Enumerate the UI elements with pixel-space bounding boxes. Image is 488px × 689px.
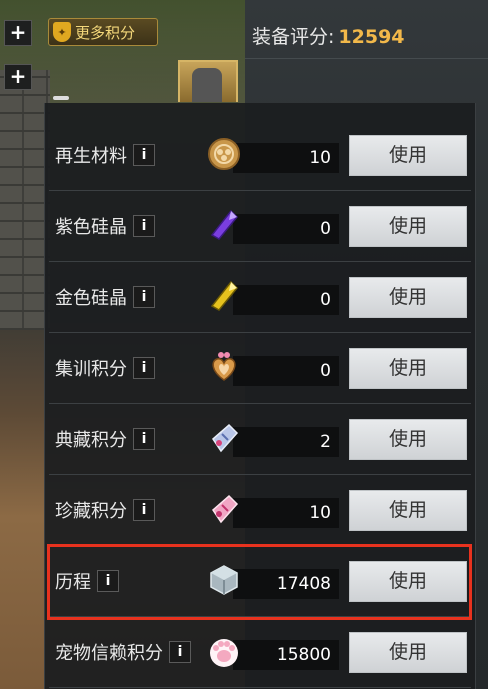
paw-icon bbox=[205, 632, 243, 670]
use-button[interactable]: 使用 bbox=[349, 561, 467, 602]
item-count: 15800 bbox=[233, 640, 339, 670]
item-count: 10 bbox=[233, 498, 339, 528]
plus-icon: + bbox=[9, 20, 27, 44]
item-count: 10 bbox=[233, 143, 339, 173]
vest-icon bbox=[192, 68, 222, 102]
info-icon[interactable]: i bbox=[133, 428, 155, 450]
expand-plus-button-1[interactable]: + bbox=[4, 20, 32, 46]
use-button[interactable]: 使用 bbox=[349, 490, 467, 531]
list-item: 紫色硅晶 i 0 使用 bbox=[45, 192, 475, 262]
more-points-label: 更多积分 bbox=[75, 23, 136, 42]
info-icon[interactable]: i bbox=[133, 499, 155, 521]
item-label: 金色硅晶 i bbox=[55, 284, 155, 310]
plus-icon: + bbox=[9, 64, 27, 88]
list-item: 再生材料 i 10 使用 bbox=[45, 121, 475, 191]
item-label: 典藏积分 i bbox=[55, 426, 155, 452]
row-divider bbox=[49, 545, 471, 546]
item-name: 典藏积分 bbox=[55, 430, 127, 451]
item-label: 历程 i bbox=[55, 568, 119, 594]
item-name: 历程 bbox=[55, 572, 91, 593]
info-icon[interactable]: i bbox=[97, 570, 119, 592]
list-item: 金色硅晶 i 0 使用 bbox=[45, 263, 475, 333]
score-value: 12594 bbox=[338, 26, 405, 48]
item-name: 再生材料 bbox=[55, 146, 127, 167]
item-count: 0 bbox=[233, 356, 339, 386]
item-name: 紫色硅晶 bbox=[55, 217, 127, 238]
item-label: 再生材料 i bbox=[55, 142, 155, 168]
use-button[interactable]: 使用 bbox=[349, 632, 467, 673]
info-icon[interactable]: i bbox=[133, 144, 155, 166]
item-count: 0 bbox=[233, 285, 339, 315]
points-panel: 再生材料 i 10 使用 紫色硅晶 i 0 使用 金色硅晶 i 0 使用 集训积… bbox=[44, 103, 476, 689]
use-button[interactable]: 使用 bbox=[349, 277, 467, 318]
item-label: 珍藏积分 i bbox=[55, 497, 155, 523]
item-label: 紫色硅晶 i bbox=[55, 213, 155, 239]
purple-crystal-icon bbox=[205, 206, 243, 244]
coin-icon bbox=[205, 135, 243, 173]
row-divider bbox=[49, 332, 471, 333]
item-name: 金色硅晶 bbox=[55, 288, 127, 309]
row-divider bbox=[49, 474, 471, 475]
item-name: 集训积分 bbox=[55, 359, 127, 380]
info-icon[interactable]: i bbox=[133, 215, 155, 237]
use-button[interactable]: 使用 bbox=[349, 135, 467, 176]
use-button[interactable]: 使用 bbox=[349, 348, 467, 389]
item-count: 17408 bbox=[233, 569, 339, 599]
item-name: 珍藏积分 bbox=[55, 501, 127, 522]
item-count: 0 bbox=[233, 214, 339, 244]
heart-badge-icon bbox=[205, 348, 243, 386]
info-icon[interactable]: i bbox=[169, 641, 191, 663]
list-item: 珍藏积分 i 10 使用 bbox=[45, 476, 475, 546]
list-item: 典藏积分 i 2 使用 bbox=[45, 405, 475, 475]
row-divider bbox=[49, 190, 471, 191]
equipment-score: 装备评分: 12594 bbox=[252, 22, 405, 49]
info-icon[interactable]: i bbox=[133, 357, 155, 379]
item-name: 宠物信赖积分 bbox=[55, 643, 163, 664]
row-divider bbox=[49, 687, 471, 688]
brick-wall bbox=[0, 70, 50, 330]
gold-crystal-icon bbox=[205, 277, 243, 315]
equipment-slot-avatar[interactable] bbox=[178, 60, 238, 102]
shield-icon: ✦ bbox=[53, 22, 71, 42]
item-count: 2 bbox=[233, 427, 339, 457]
score-label: 装备评分: bbox=[252, 26, 335, 48]
list-item: 宠物信赖积分 i 15800 使用 bbox=[45, 618, 475, 688]
pink-ticket-icon bbox=[205, 490, 243, 528]
item-label: 集训积分 i bbox=[55, 355, 155, 381]
more-points-button[interactable]: ✦ 更多积分 bbox=[48, 18, 158, 46]
row-divider bbox=[49, 616, 471, 617]
row-divider bbox=[49, 261, 471, 262]
info-icon[interactable]: i bbox=[133, 286, 155, 308]
item-label: 宠物信赖积分 i bbox=[55, 639, 191, 665]
row-divider bbox=[49, 403, 471, 404]
expand-plus-button-2[interactable]: + bbox=[4, 64, 32, 90]
cube-icon bbox=[205, 561, 243, 599]
blue-ticket-icon bbox=[205, 419, 243, 457]
use-button[interactable]: 使用 bbox=[349, 206, 467, 247]
list-item: 历程 i 17408 使用 bbox=[45, 547, 475, 617]
panel-drag-handle[interactable] bbox=[53, 96, 69, 100]
use-button[interactable]: 使用 bbox=[349, 419, 467, 460]
list-item: 集训积分 i 0 使用 bbox=[45, 334, 475, 404]
